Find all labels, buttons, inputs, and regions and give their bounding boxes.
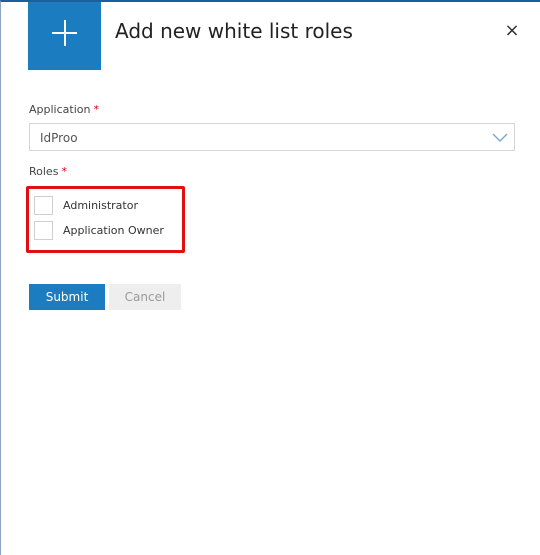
application-select-value: IdProo [40,131,78,145]
plus-icon-vertical [64,20,66,46]
application-label: Application * [29,103,99,116]
dialog-title: Add new white list roles [115,19,353,43]
add-white-list-roles-dialog: Add new white list roles × Application * … [0,0,540,555]
chevron-down-icon [492,133,508,142]
plus-icon [28,2,101,70]
required-marker: * [93,103,99,116]
checkbox-label: Application Owner [63,224,164,237]
submit-button[interactable]: Submit [29,284,105,310]
required-marker: * [61,165,67,178]
roles-label: Roles * [29,165,67,178]
checkbox-label: Administrator [63,199,138,212]
checkbox[interactable] [34,196,53,215]
application-select[interactable]: IdProo [29,123,515,151]
cancel-button[interactable]: Cancel [109,284,181,310]
close-icon[interactable]: × [499,18,525,44]
application-label-text: Application [29,103,91,116]
roles-label-text: Roles [29,165,59,178]
checkbox[interactable] [34,221,53,240]
